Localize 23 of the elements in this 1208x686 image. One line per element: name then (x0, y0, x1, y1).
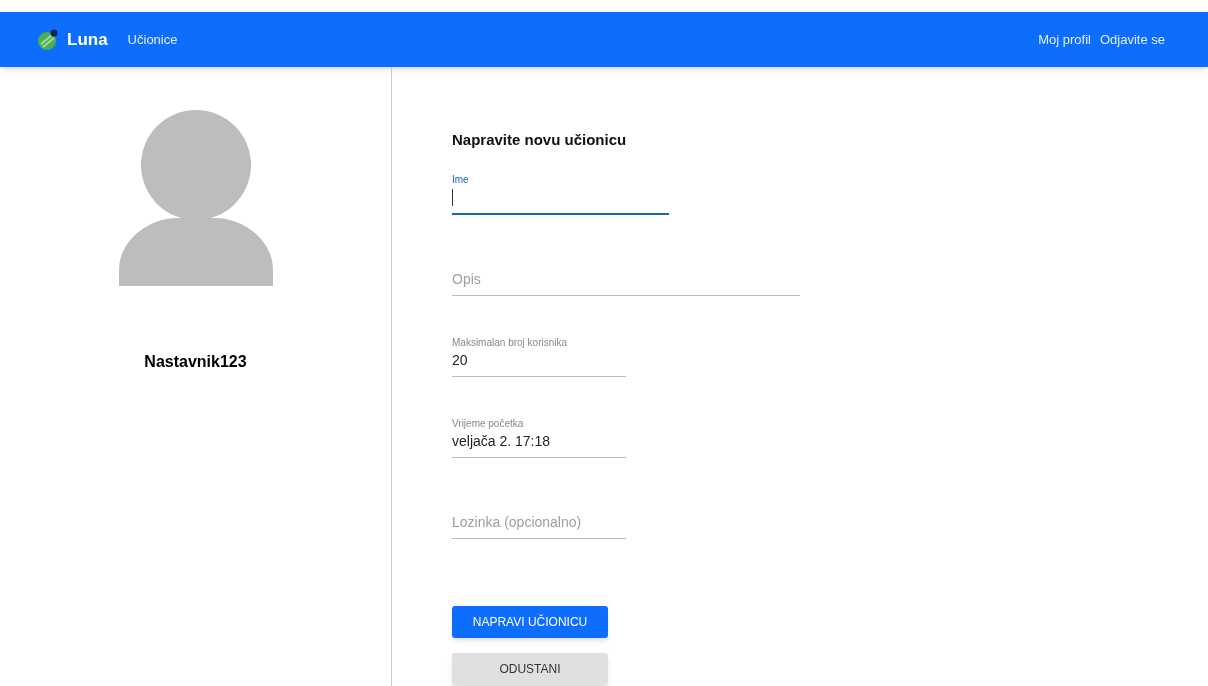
input-field[interactable]: Maksimalan broj korisnika 20 (452, 330, 626, 377)
text-cursor (452, 189, 453, 206)
field-label: Maksimalan broj korisnika (452, 335, 569, 350)
avatar-icon (118, 110, 273, 286)
cancel-button[interactable]: ODUSTANI (452, 652, 608, 685)
field-placeholder: Opis (452, 269, 481, 289)
nav-link[interactable]: Moj profil (1038, 29, 1091, 50)
username: Nastavnik123 (144, 352, 247, 372)
field-placeholder: Lozinka (opcionalno) (452, 512, 582, 532)
nav-link[interactable]: Učionice (127, 29, 178, 50)
field-label: Ime (452, 172, 470, 187)
nav-link[interactable]: Odjavite se (1099, 29, 1165, 50)
form-title: Napravite novu učionicu (452, 130, 628, 150)
brand-name[interactable]: Luna (67, 26, 108, 53)
field-label: Vrijeme početka (452, 416, 525, 431)
input-field[interactable]: Lozinka (opcionalno) (452, 492, 626, 539)
leaf-logo-icon (37, 28, 59, 51)
submit-button[interactable]: NAPRAVI UČIONICU (452, 605, 608, 638)
input-field[interactable]: Ime (452, 168, 669, 215)
input-field[interactable]: Opis (452, 249, 800, 296)
field-value: veljača 2. 17:18 (452, 432, 551, 451)
input-field[interactable]: Vrijeme početka veljača 2. 17:18 (452, 411, 626, 458)
field-value: 20 (452, 351, 468, 370)
